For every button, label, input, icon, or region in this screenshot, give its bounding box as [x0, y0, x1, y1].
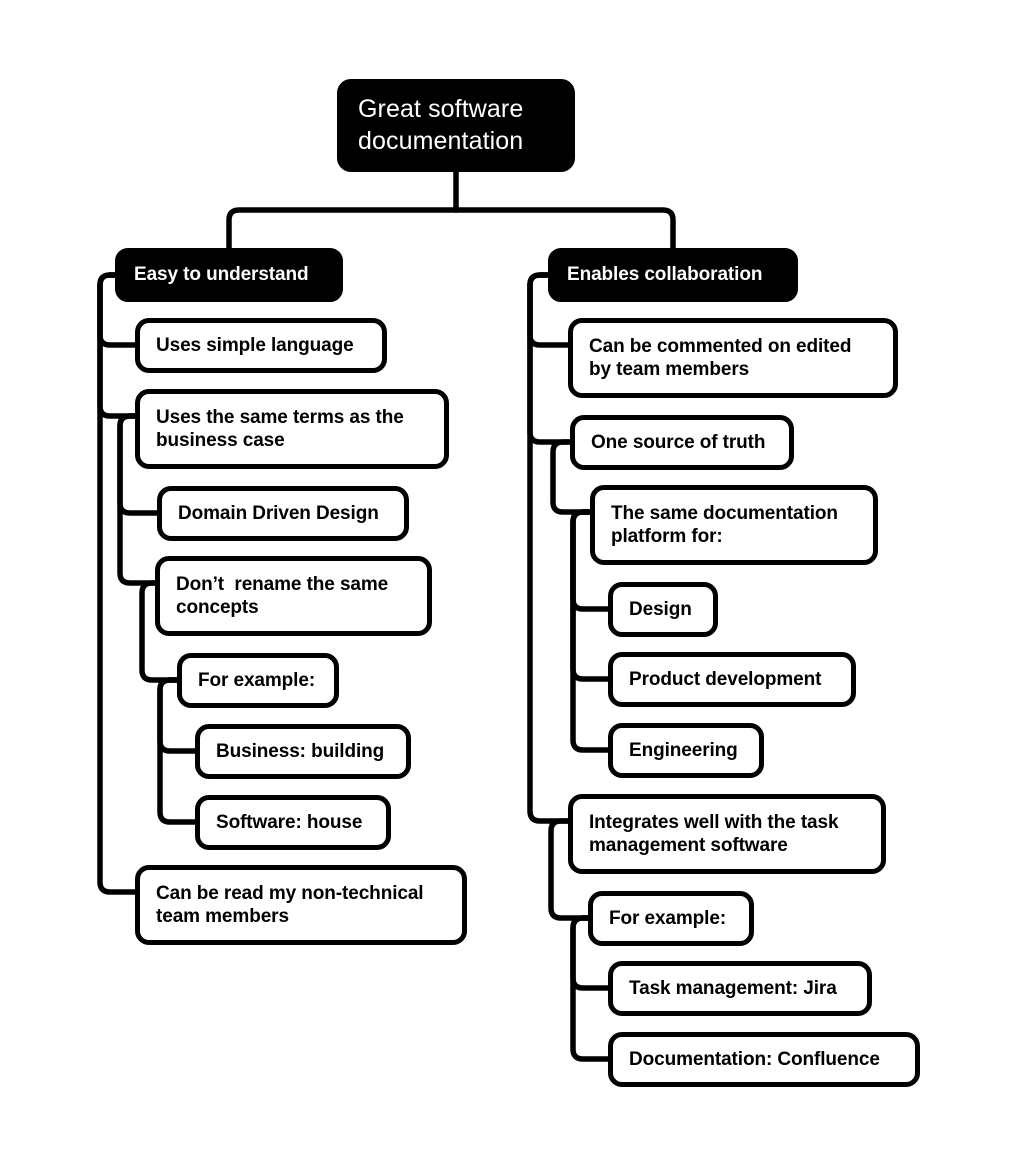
mindmap-node-dont-rename[interactable]: Don’t rename the same concepts: [155, 556, 432, 636]
node-label: Integrates well with the task management…: [589, 811, 839, 856]
node-label: Engineering: [629, 739, 738, 761]
mindmap-canvas: Great software documentation Easy to unde…: [0, 0, 1032, 1162]
mindmap-node-ddd[interactable]: Domain Driven Design: [157, 486, 409, 541]
mindmap-node-commented[interactable]: Can be commented on edited by team membe…: [568, 318, 898, 398]
mindmap-node-product-development[interactable]: Product development: [608, 652, 856, 707]
mindmap-node-engineering[interactable]: Engineering: [608, 723, 764, 778]
node-label: Task management: Jira: [629, 977, 837, 999]
mindmap-node-simple-language[interactable]: Uses simple language: [135, 318, 387, 373]
mindmap-node-for-example-left[interactable]: For example:: [177, 653, 339, 708]
node-label: For example:: [609, 907, 727, 929]
node-label: Uses simple language: [156, 334, 354, 356]
mindmap-node-one-source[interactable]: One source of truth: [570, 415, 794, 470]
node-label: Can be read my non-technical team member…: [156, 882, 424, 927]
node-label: Design: [629, 598, 692, 620]
link-collab-to-integrates: [527, 272, 571, 824]
node-label: Don’t rename the same concepts: [176, 573, 389, 618]
mindmap-node-software-house[interactable]: Software: house: [195, 795, 391, 850]
node-label: Product development: [629, 668, 822, 690]
mindmap-node-integrates[interactable]: Integrates well with the task management…: [568, 794, 886, 874]
node-label: Uses the same terms as the business case: [156, 406, 404, 451]
mindmap-node-design[interactable]: Design: [608, 582, 718, 637]
mindmap-node-business-building[interactable]: Business: building: [195, 724, 411, 779]
node-label: Documentation: Confluence: [629, 1048, 880, 1070]
trunk-branch-easy: [226, 207, 459, 251]
link-easy-to-non-technical: [97, 272, 138, 895]
mindmap-node-jira[interactable]: Task management: Jira: [608, 961, 872, 1016]
node-label: Great software documentation: [358, 95, 524, 155]
node-label: The same documentation platform for:: [611, 502, 838, 547]
mindmap-node-confluence[interactable]: Documentation: Confluence: [608, 1032, 920, 1087]
node-label: Software: house: [216, 811, 363, 833]
node-label: Can be commented on edited by team membe…: [589, 335, 852, 380]
node-label: One source of truth: [591, 431, 766, 453]
node-label: Easy to understand: [134, 264, 309, 286]
mindmap-node-easy[interactable]: Easy to understand: [115, 248, 343, 302]
trunk-branch-collab: [453, 207, 676, 251]
node-label: For example:: [198, 669, 316, 691]
mindmap-node-for-example-right[interactable]: For example:: [588, 891, 754, 946]
node-label: Enables collaboration: [567, 264, 763, 286]
mindmap-node-same-terms[interactable]: Uses the same terms as the business case: [135, 389, 449, 469]
mindmap-node-non-technical[interactable]: Can be read my non-technical team member…: [135, 865, 467, 945]
mindmap-node-root[interactable]: Great software documentation: [337, 79, 575, 172]
mindmap-node-collab[interactable]: Enables collaboration: [548, 248, 798, 302]
node-label: Business: building: [216, 740, 385, 762]
mindmap-node-same-platform[interactable]: The same documentation platform for:: [590, 485, 878, 565]
node-label: Domain Driven Design: [178, 502, 379, 524]
